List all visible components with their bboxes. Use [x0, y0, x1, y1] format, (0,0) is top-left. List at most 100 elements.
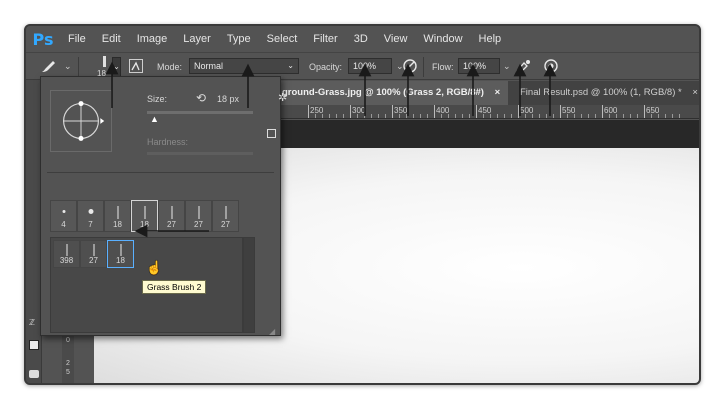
- ruler-minor-tick: [448, 114, 449, 118]
- ruler-minor-tick: [455, 114, 456, 118]
- tip-size: 4: [61, 220, 66, 229]
- document-tabs: ground-Grass.jpg @ 100% (Grass 2, RGB/8#…: [276, 81, 699, 105]
- ruler-minor-tick: [588, 114, 589, 118]
- ruler-minor-tick: [658, 114, 659, 118]
- tip-size: 18: [140, 220, 149, 229]
- ruler-minor-tick: [581, 114, 582, 118]
- ruler-minor-tick: [574, 114, 575, 118]
- tab-label: ground-Grass.jpg @ 100% (Grass 2, RGB/8#…: [282, 87, 484, 98]
- close-icon[interactable]: ×: [495, 87, 501, 98]
- pressure-opacity-icon[interactable]: [402, 58, 418, 76]
- ruler-major-tick: [350, 105, 351, 118]
- brush-tip[interactable]: 27: [158, 200, 185, 232]
- ruler-minor-tick: [322, 114, 323, 118]
- opacity-value: 100%: [353, 61, 377, 71]
- ruler-minor-tick: [364, 114, 365, 118]
- ruler-label: 0: [66, 337, 70, 344]
- ruler-major-tick: [434, 105, 435, 118]
- brush-angle-preview[interactable]: [50, 90, 112, 152]
- ruler-minor-tick: [497, 114, 498, 118]
- brush-tip[interactable]: 7: [77, 200, 104, 232]
- ruler-minor-tick: [469, 114, 470, 118]
- divider: [78, 57, 79, 77]
- ruler-major-tick: [644, 105, 645, 118]
- resize-grip-icon[interactable]: ◢: [269, 327, 275, 336]
- brush-tip[interactable]: 27: [185, 200, 212, 232]
- opacity-label: Opacity:: [309, 62, 343, 72]
- brush-list-scrollbar[interactable]: [243, 237, 255, 333]
- brush-preset[interactable]: 398: [53, 240, 80, 268]
- ruler-minor-tick: [525, 114, 526, 118]
- brush-tip[interactable]: 4: [50, 200, 77, 232]
- mode-value: Normal: [194, 61, 224, 71]
- brush-preset-selected[interactable]: 18: [107, 240, 134, 268]
- hardness-slider[interactable]: [147, 152, 253, 155]
- menu-view[interactable]: View: [376, 26, 416, 52]
- brush-tip[interactable]: 27: [212, 200, 239, 232]
- brush-preset[interactable]: 27: [80, 240, 107, 268]
- menu-image[interactable]: Image: [129, 26, 176, 52]
- menu-window[interactable]: Window: [415, 26, 470, 52]
- airbrush-icon[interactable]: [514, 58, 532, 76]
- ruler-minor-tick: [553, 114, 554, 118]
- tip-size: 18: [113, 220, 122, 229]
- flow-dropdown[interactable]: ⌄: [503, 61, 511, 72]
- ruler-minor-tick: [336, 114, 337, 118]
- ruler-minor-tick: [343, 114, 344, 118]
- brush-tip[interactable]: 18: [104, 200, 131, 232]
- ruler-major-tick: [308, 105, 309, 118]
- tab-grass-document[interactable]: ground-Grass.jpg @ 100% (Grass 2, RGB/8#…: [276, 81, 508, 105]
- menu-file[interactable]: File: [60, 26, 94, 52]
- photoshop-window: Ps File Edit Image Layer Type Select Fil…: [24, 24, 701, 385]
- chevron-down-icon: ⌄: [287, 61, 294, 70]
- menu-select[interactable]: Select: [259, 26, 306, 52]
- tip-size: 398: [59, 256, 74, 265]
- tab-final-result[interactable]: Final Result.psd @ 100% (1, RGB/8) * ×: [514, 81, 699, 105]
- menu-3d[interactable]: 3D: [346, 26, 376, 52]
- brush-tool-icon[interactable]: [40, 58, 58, 76]
- quick-mask-icon[interactable]: ℤ: [29, 318, 35, 327]
- flow-field[interactable]: 100%: [458, 58, 500, 74]
- size-slider[interactable]: [147, 111, 253, 114]
- ruler-minor-tick: [490, 114, 491, 118]
- brush-tip-selected[interactable]: 18: [131, 200, 158, 232]
- pressure-size-icon[interactable]: [543, 58, 559, 76]
- menu-help[interactable]: Help: [471, 26, 510, 52]
- foreground-color-swatch[interactable]: [29, 340, 39, 350]
- brush-tip-row: 4 7 18 18 27 27 27: [50, 200, 239, 232]
- close-icon[interactable]: ×: [692, 87, 698, 98]
- brush-row: 398 27 18: [53, 240, 134, 268]
- pasteboard: [276, 120, 699, 148]
- tab-label: Final Result.psd @ 100% (1, RGB/8) *: [520, 87, 682, 98]
- mode-select[interactable]: Normal ⌄: [189, 58, 299, 74]
- ruler-minor-tick: [378, 114, 379, 118]
- hand-cursor-icon: ☝: [146, 260, 163, 275]
- ruler-minor-tick: [315, 114, 316, 118]
- ruler-major-tick: [476, 105, 477, 118]
- gear-icon[interactable]: ✲: [278, 91, 287, 104]
- tip-size: 27: [221, 220, 230, 229]
- size-value[interactable]: 18 px: [217, 94, 239, 104]
- menu-edit[interactable]: Edit: [94, 26, 129, 52]
- menu-type[interactable]: Type: [219, 26, 259, 52]
- ruler-minor-tick: [539, 114, 540, 118]
- brush-picker-dropdown[interactable]: ⌄: [112, 57, 121, 77]
- ruler-minor-tick: [406, 114, 407, 118]
- brush-panel-toggle-icon[interactable]: [129, 59, 143, 73]
- menu-layer[interactable]: Layer: [175, 26, 219, 52]
- ruler-minor-tick: [546, 114, 547, 118]
- menu-bar: Ps File Edit Image Layer Type Select Fil…: [26, 26, 699, 52]
- flow-label: Flow:: [432, 62, 454, 72]
- size-slider-handle[interactable]: ▲: [150, 114, 159, 124]
- reset-icon[interactable]: ⟲: [196, 91, 206, 105]
- new-preset-icon[interactable]: [267, 129, 276, 138]
- screen-mode-icon[interactable]: [29, 370, 39, 378]
- menu-filter[interactable]: Filter: [305, 26, 345, 52]
- ruler-minor-tick: [483, 114, 484, 118]
- ruler-minor-tick: [413, 114, 414, 118]
- chevron-down-icon[interactable]: ⌄: [64, 61, 72, 72]
- ruler-minor-tick: [441, 114, 442, 118]
- vertical-ruler: 0 2 5: [62, 336, 74, 383]
- size-label: Size:: [147, 94, 168, 104]
- opacity-field[interactable]: 100%: [348, 58, 392, 74]
